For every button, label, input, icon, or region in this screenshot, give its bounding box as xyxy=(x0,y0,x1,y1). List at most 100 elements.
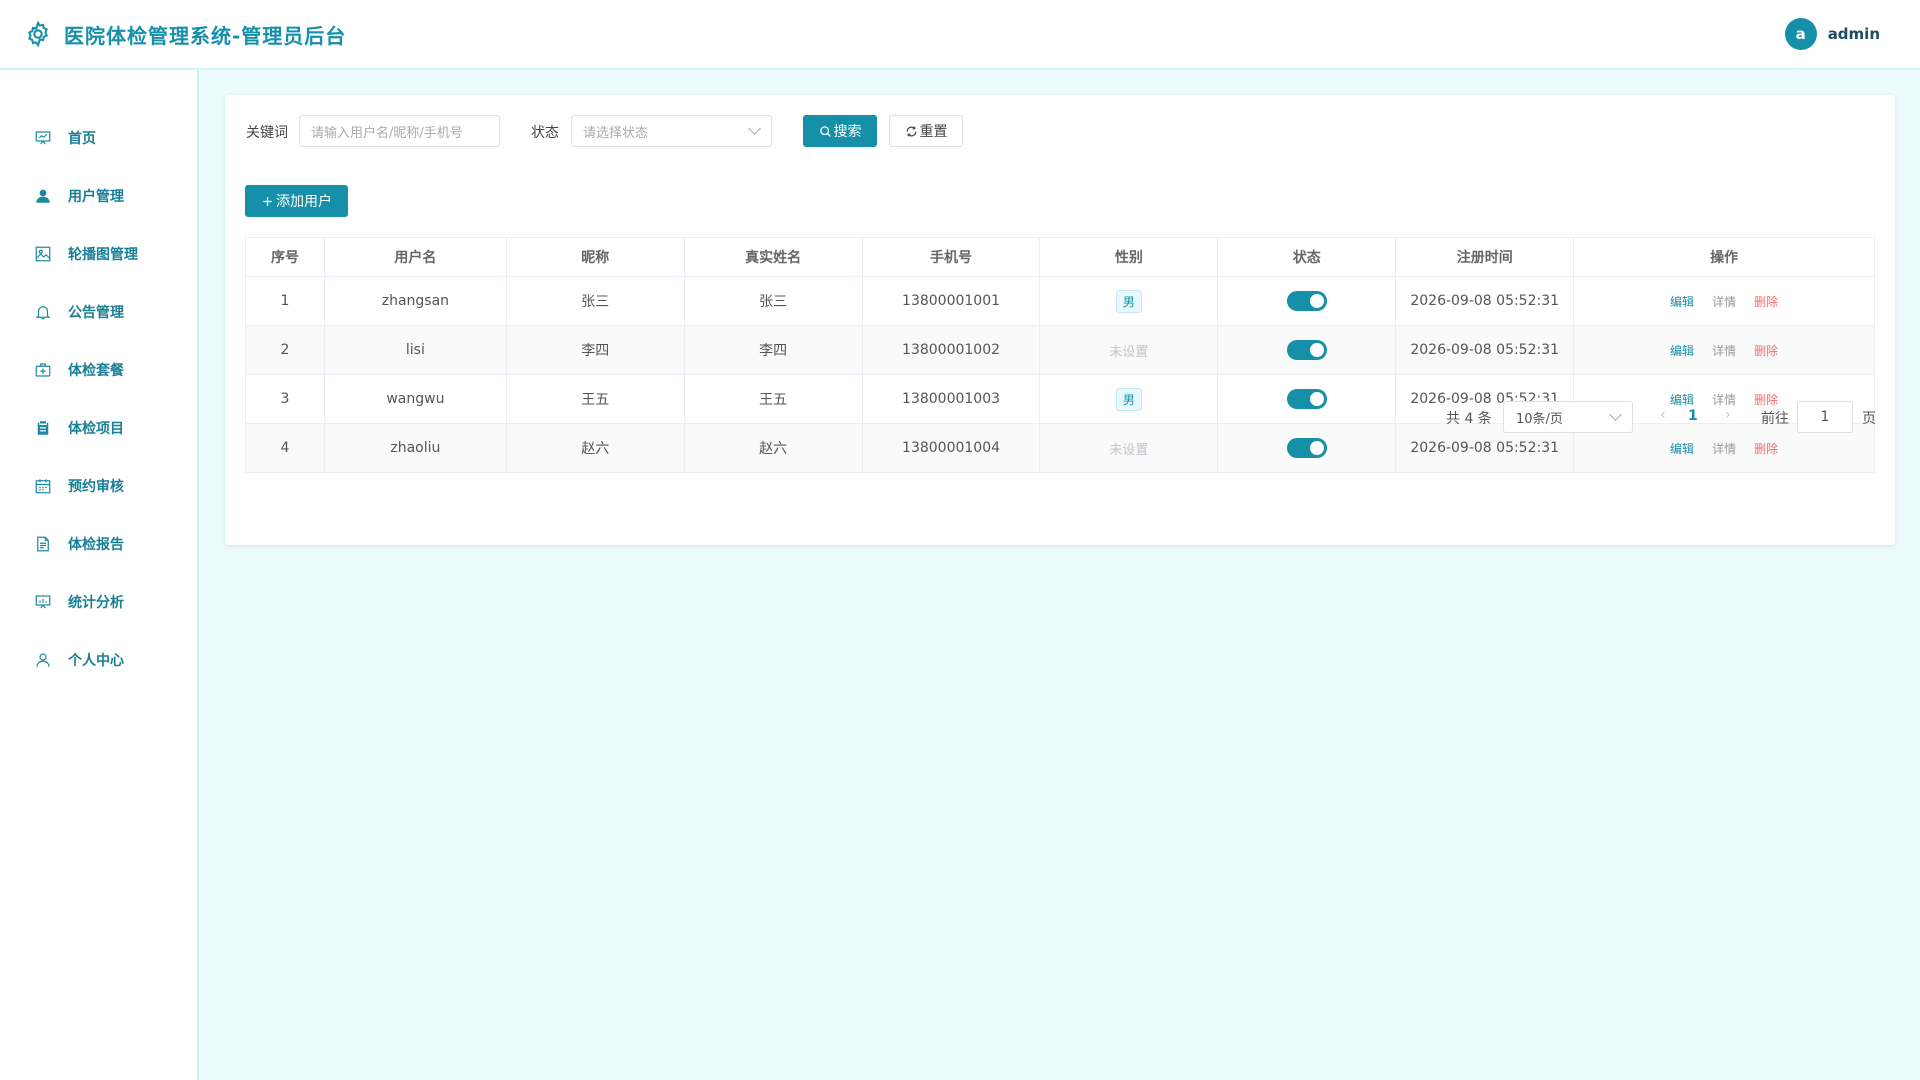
next-page-icon[interactable]: › xyxy=(1725,407,1731,423)
reset-button-label: 重置 xyxy=(919,124,948,140)
sidebar-item-label: 体检报告 xyxy=(68,537,124,553)
status-label: 状态 xyxy=(531,125,559,141)
delete-link[interactable]: 删除 xyxy=(1754,344,1778,358)
person-icon xyxy=(36,653,50,667)
search-button[interactable]: 搜索 xyxy=(803,115,877,147)
top-header: 医院体检管理系统-管理员后台 a admin xyxy=(0,0,1920,69)
cell-nickname: 张三 xyxy=(505,276,685,326)
cell-realname: 王五 xyxy=(683,374,863,424)
reset-button[interactable]: 重置 xyxy=(889,115,963,147)
cell-status xyxy=(1217,325,1397,375)
cell-index: 2 xyxy=(245,325,325,375)
cell-gender: 男 xyxy=(1039,276,1219,326)
status-placeholder: 请选择状态 xyxy=(583,125,649,141)
calendar-icon xyxy=(35,479,51,494)
cell-status xyxy=(1217,423,1397,473)
sidebar-item-label: 体检项目 xyxy=(68,421,124,437)
detail-link[interactable]: 详情 xyxy=(1712,295,1736,309)
column-header: 序号 xyxy=(245,237,325,277)
goto-page-value: 1 xyxy=(1820,409,1830,425)
sidebar-item-users[interactable]: 用户管理 xyxy=(0,174,197,218)
sidebar-item-label: 预约审核 xyxy=(68,479,124,495)
sidebar-item-appointments[interactable]: 预约审核 xyxy=(0,464,197,508)
cell-gender: 未设置 xyxy=(1039,325,1219,375)
detail-link[interactable]: 详情 xyxy=(1712,393,1736,407)
cell-reg-time: 2026-09-08 05:52:31 xyxy=(1395,325,1575,375)
table-row: 1 zhangsan 张三 张三 13800001001 男 2026-09-08 05:5… xyxy=(245,276,1875,326)
goto-page-input[interactable]: 1 xyxy=(1797,401,1853,433)
clipboard-icon xyxy=(37,421,49,435)
cell-phone: 13800001004 xyxy=(861,423,1041,473)
edit-link[interactable]: 编辑 xyxy=(1670,295,1694,309)
avatar[interactable]: a xyxy=(1784,18,1817,50)
goto-label: 前往 xyxy=(1761,411,1789,427)
column-header: 用户名 xyxy=(323,237,507,277)
status-select[interactable]: 请选择状态 xyxy=(571,115,772,147)
dashboard-icon xyxy=(35,131,51,145)
gender-tag: 男 xyxy=(1115,289,1142,313)
cell-username: lisi xyxy=(323,325,507,375)
sidebar-item-packages[interactable]: 体检套餐 xyxy=(0,348,197,392)
delete-link[interactable]: 删除 xyxy=(1754,442,1778,456)
status-toggle[interactable] xyxy=(1286,340,1327,360)
sidebar-item-profile[interactable]: 个人中心 xyxy=(0,638,197,682)
delete-link[interactable]: 删除 xyxy=(1754,295,1778,309)
status-toggle[interactable] xyxy=(1286,291,1327,311)
detail-link[interactable]: 详情 xyxy=(1712,344,1736,358)
plus-icon xyxy=(263,196,272,206)
add-user-button-label: 添加用户 xyxy=(276,194,332,210)
sidebar-item-statistics[interactable]: 统计分析 xyxy=(0,580,197,624)
sidebar-item-home[interactable]: 首页 xyxy=(0,116,197,160)
column-header: 昵称 xyxy=(505,237,685,277)
sidebar-item-label: 统计分析 xyxy=(68,595,124,611)
status-toggle[interactable] xyxy=(1286,438,1327,458)
user-menu[interactable]: a admin xyxy=(1784,18,1880,50)
column-header: 操作 xyxy=(1573,237,1875,277)
medical-kit-icon xyxy=(35,363,51,377)
cell-index: 4 xyxy=(245,423,325,473)
edit-link[interactable]: 编辑 xyxy=(1670,344,1694,358)
sidebar-item-carousel[interactable]: 轮播图管理 xyxy=(0,232,197,276)
sidebar-item-notices[interactable]: 公告管理 xyxy=(0,290,197,334)
username[interactable]: admin xyxy=(1828,25,1880,43)
gender-unset: 未设置 xyxy=(1109,442,1149,458)
edit-link[interactable]: 编辑 xyxy=(1670,442,1694,456)
status-toggle[interactable] xyxy=(1286,389,1327,409)
image-icon xyxy=(35,246,51,262)
page-size-value: 10条/页 xyxy=(1516,411,1563,427)
page-number-current[interactable]: 1 xyxy=(1688,408,1698,424)
cell-actions: 编辑 详情 删除 xyxy=(1573,325,1875,375)
user-table: 序号 用户名 昵称 真实姓名 手机号 性别 状态 注册时间 操作 1 zhangs… xyxy=(245,237,1875,473)
gender-tag: 男 xyxy=(1115,387,1142,411)
table-row: 2 lisi 李四 李四 13800001002 未设置 2026-09-08 05:52:… xyxy=(245,325,1875,375)
cell-phone: 13800001001 xyxy=(861,276,1041,326)
table-header-row: 序号 用户名 昵称 真实姓名 手机号 性别 状态 注册时间 操作 xyxy=(245,237,1875,277)
sidebar-item-reports[interactable]: 体检报告 xyxy=(0,522,197,566)
cell-reg-time: 2026-09-08 05:52:31 xyxy=(1395,276,1575,326)
prev-page-icon[interactable]: ‹ xyxy=(1660,407,1666,423)
delete-link[interactable]: 删除 xyxy=(1754,393,1778,407)
keyword-label: 关键词 xyxy=(246,125,288,141)
cell-nickname: 王五 xyxy=(505,374,685,424)
sidebar: 首页 用户管理 轮播图管理 公告管理 体检套餐 体检项目 预约审核 体检报告 统… xyxy=(0,70,199,1080)
app-title: 医院体检管理系统-管理员后台 xyxy=(64,23,347,48)
sidebar-item-label: 个人中心 xyxy=(68,653,124,669)
edit-link[interactable]: 编辑 xyxy=(1670,393,1694,407)
sidebar-item-items[interactable]: 体检项目 xyxy=(0,406,197,450)
detail-link[interactable]: 详情 xyxy=(1712,442,1736,456)
cell-phone: 13800001003 xyxy=(861,374,1041,424)
column-header: 手机号 xyxy=(861,237,1041,277)
cell-realname: 赵六 xyxy=(683,423,863,473)
add-user-button[interactable]: 添加用户 xyxy=(245,185,348,217)
cell-username: zhaoliu xyxy=(323,423,507,473)
cell-username: zhangsan xyxy=(323,276,507,326)
sidebar-item-label: 公告管理 xyxy=(68,305,124,321)
brand: 医院体检管理系统-管理员后台 xyxy=(24,20,346,49)
cell-nickname: 李四 xyxy=(505,325,685,375)
gender-unset: 未设置 xyxy=(1109,344,1149,360)
chevron-down-icon xyxy=(1609,408,1622,421)
keyword-input[interactable]: 请输入用户名/昵称/手机号 xyxy=(299,115,500,147)
bell-icon xyxy=(35,306,51,320)
page-size-select[interactable]: 10条/页 xyxy=(1503,401,1633,433)
page-suffix: 页 xyxy=(1862,411,1876,427)
